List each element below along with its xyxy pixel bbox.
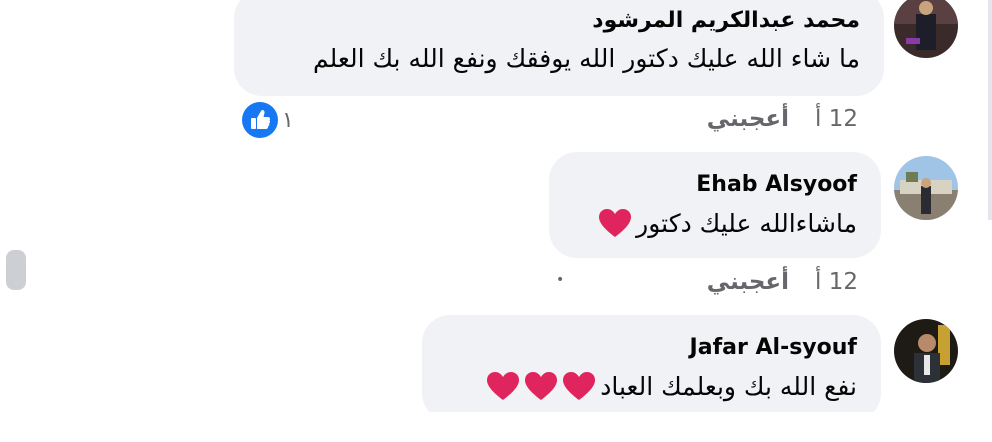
avatar[interactable] xyxy=(894,319,958,383)
comment-body: ما شاء الله عليك دكتور الله يوفقك ونفع ا… xyxy=(313,44,860,73)
comment-author[interactable]: Ehab Alsyoof xyxy=(696,172,857,197)
comment-body: نفع الله بك وبعلمك العباد xyxy=(600,371,857,401)
reaction-count: ١ xyxy=(282,107,294,133)
heart-icon xyxy=(486,371,520,401)
comment-author[interactable]: Jafar Al-syouf xyxy=(690,335,857,360)
comment-timestamp[interactable]: 12 أ xyxy=(815,269,858,295)
page-bottom xyxy=(0,412,992,442)
comment-actions: 12 أ أعجبني xyxy=(707,269,858,295)
comment-bubble: Jafar Al-syouf نفع الله بك وبعلمك العباد xyxy=(422,315,881,421)
comment-timestamp[interactable]: 12 أ xyxy=(815,106,858,132)
comment-actions: 12 أ أعجبني xyxy=(707,106,858,132)
comment-text: ماشاءالله عليك دكتور xyxy=(598,208,857,238)
comment-bubble: Ehab Alsyoof ماشاءالله عليك دكتور xyxy=(549,152,881,258)
heart-icon xyxy=(598,208,632,238)
comment-body: ماشاءالله عليك دكتور xyxy=(636,208,857,238)
comment-text: نفع الله بك وبعلمك العباد xyxy=(486,371,857,401)
scrollbar-thumb[interactable] xyxy=(6,250,26,290)
avatar[interactable] xyxy=(894,0,958,58)
like-button[interactable]: أعجبني xyxy=(707,106,789,132)
comment-bubble: محمد عبدالكريم المرشود ما شاء الله عليك … xyxy=(234,0,884,96)
heart-icon xyxy=(562,371,596,401)
avatar[interactable] xyxy=(894,156,958,220)
right-edge-divider xyxy=(988,0,992,220)
heart-icon xyxy=(524,371,558,401)
reaction-summary[interactable]: ١ xyxy=(242,102,294,138)
comment-author[interactable]: محمد عبدالكريم المرشود xyxy=(592,8,860,33)
like-thumb-icon xyxy=(242,102,278,138)
action-separator: • xyxy=(556,272,565,288)
comment-text: ما شاء الله عليك دكتور الله يوفقك ونفع ا… xyxy=(313,44,860,73)
like-button[interactable]: أعجبني xyxy=(707,269,789,295)
